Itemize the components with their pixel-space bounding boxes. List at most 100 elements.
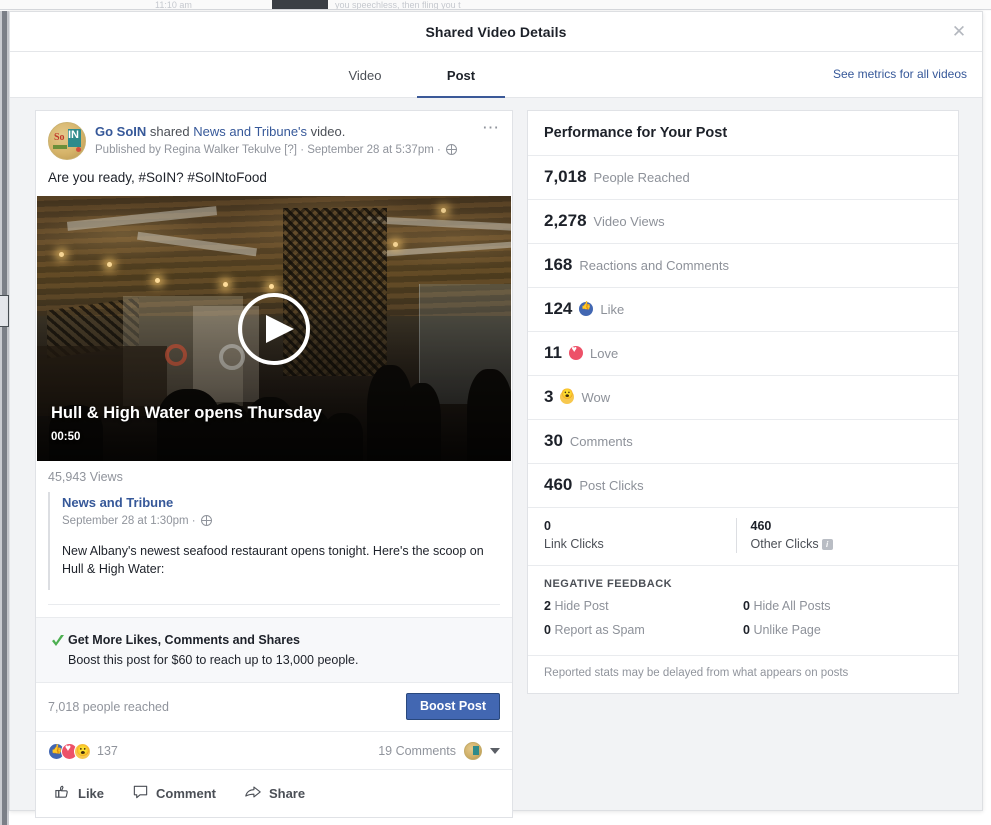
performance-title: Performance for Your Post bbox=[544, 125, 728, 141]
info-icon[interactable]: i bbox=[821, 539, 833, 550]
thumbs-up-icon bbox=[54, 783, 71, 803]
comments-summary: 19 Comments bbox=[378, 742, 500, 760]
shared-article-text: New Albany's newest seafood restaurant o… bbox=[62, 544, 484, 576]
shared-video-details-modal: Shared Video Details ✕ Video Post See me… bbox=[9, 11, 983, 818]
metric-value: 2,278 bbox=[544, 211, 587, 230]
link-clicks-label: Link Clicks bbox=[544, 537, 604, 551]
avatar[interactable]: So IN bbox=[48, 122, 86, 160]
post-published-meta: Published by Regina Walker Tekulve [?] ·… bbox=[95, 142, 458, 158]
play-icon[interactable] bbox=[238, 292, 310, 365]
metric-row-love: 11 Love bbox=[528, 331, 958, 375]
negative-feedback-item: 0 Hide All Posts bbox=[743, 594, 942, 618]
post-shared-text: shared bbox=[146, 124, 194, 139]
other-clicks-value: 460 bbox=[750, 519, 772, 533]
tab-video[interactable]: Video bbox=[317, 52, 413, 98]
tab-post[interactable]: Post bbox=[413, 52, 509, 99]
post-header-text: Go SoIN shared News and Tribune's video.… bbox=[95, 122, 458, 160]
reactions-summary[interactable]: 137 bbox=[48, 742, 118, 760]
background-thumbnail bbox=[272, 0, 328, 9]
metric-row-reactions-and-comments: 168 Reactions and Comments bbox=[528, 243, 958, 287]
share-arrow-icon bbox=[244, 783, 262, 803]
metric-row-comments: 30 Comments bbox=[528, 419, 958, 463]
boost-promo: Get More Likes, Comments and Shares Boos… bbox=[36, 617, 512, 682]
metric-value: 30 bbox=[544, 431, 563, 450]
performance-footnote: Reported stats may be delayed from what … bbox=[528, 655, 958, 693]
comment-count-link[interactable]: 19 Comments bbox=[378, 744, 456, 758]
metric-value: 460 bbox=[544, 475, 573, 494]
negative-feedback-item: 2 Hide Post bbox=[544, 594, 743, 618]
caret-down-icon[interactable] bbox=[490, 748, 500, 754]
negative-feedback-value: 2 bbox=[544, 599, 551, 613]
negative-feedback-label: Report as Spam bbox=[554, 623, 645, 637]
side-flyout-tab[interactable] bbox=[0, 295, 9, 327]
boost-headline: Get More Likes, Comments and Shares bbox=[68, 633, 301, 647]
share-button[interactable]: Share bbox=[230, 778, 319, 808]
background-strip: 11:10 am you speechless, then fling you … bbox=[0, 0, 991, 11]
video-views-count: 45,943 Views bbox=[48, 470, 123, 484]
metric-row-like: 124 Like bbox=[528, 287, 958, 331]
negative-feedback-value: 0 bbox=[743, 599, 750, 613]
reaction-count: 137 bbox=[97, 744, 118, 758]
negative-feedback-grid: 2 Hide Post 0 Hide All Posts 0 Report as… bbox=[528, 594, 958, 655]
metric-label: Post Clicks bbox=[579, 478, 644, 493]
negative-feedback-label: Hide Post bbox=[554, 599, 609, 613]
post-published-text: Published by Regina Walker Tekulve [?] ·… bbox=[95, 144, 445, 156]
like-button[interactable]: Like bbox=[40, 778, 118, 808]
negative-feedback-value: 0 bbox=[544, 623, 551, 637]
comment-button-label: Comment bbox=[156, 785, 216, 801]
shared-article-block: News and Tribune September 28 at 1:30pm … bbox=[48, 492, 500, 590]
metric-row-people-reached: 7,018 People Reached bbox=[528, 155, 958, 199]
commenter-avatar bbox=[464, 742, 482, 760]
post-shared-suffix: video. bbox=[307, 124, 346, 139]
boost-reach-text: 7,018 people reached bbox=[48, 699, 169, 714]
ellipsis-icon[interactable]: ⋯ bbox=[482, 119, 500, 136]
post-author-link[interactable]: Go SoIN bbox=[95, 124, 146, 139]
negative-feedback-label: Unlike Page bbox=[753, 623, 821, 637]
metric-value: 11 bbox=[544, 343, 562, 362]
tab-list: Video Post bbox=[317, 52, 509, 99]
negative-feedback-item: 0 Unlike Page bbox=[743, 618, 942, 642]
metric-label: Reactions and Comments bbox=[579, 258, 729, 273]
metric-value: 3 bbox=[544, 387, 554, 406]
metric-value: 124 bbox=[544, 299, 573, 318]
metric-label: People Reached bbox=[593, 170, 690, 185]
clicks-breakdown: 0 Link Clicks 460 Other Clicks i bbox=[528, 507, 958, 565]
performance-panel: Performance for Your Post 7,018 People R… bbox=[527, 110, 959, 694]
comment-button[interactable]: Comment bbox=[118, 778, 230, 808]
video-thumbnail[interactable]: Hull & High Water opens Thursday 00:50 bbox=[37, 196, 511, 461]
wow-icon bbox=[560, 389, 575, 404]
link-clicks-value: 0 bbox=[544, 519, 551, 533]
boost-subline: Boost this post for $60 to reach up to 1… bbox=[68, 653, 359, 667]
globe-icon bbox=[200, 515, 212, 526]
shared-page-link[interactable]: News and Tribune's bbox=[193, 124, 307, 139]
page-scrollbar[interactable] bbox=[0, 11, 9, 825]
comment-bubble-icon bbox=[132, 783, 149, 803]
negative-feedback-heading: NEGATIVE FEEDBACK bbox=[528, 565, 958, 594]
green-check-icon bbox=[50, 633, 68, 669]
scrollbar-thumb[interactable] bbox=[2, 11, 7, 825]
link-clicks-column: 0 Link Clicks bbox=[544, 518, 736, 553]
negative-feedback-value: 0 bbox=[743, 623, 750, 637]
post-actions: Like Comment Share bbox=[36, 769, 512, 817]
other-clicks-label: Other Clicks i bbox=[751, 535, 943, 553]
see-all-metrics-link[interactable]: See metrics for all videos bbox=[833, 67, 967, 81]
close-icon[interactable]: ✕ bbox=[950, 23, 968, 41]
metric-label: Comments bbox=[569, 434, 633, 449]
shared-article-meta: September 28 at 1:30pm · bbox=[62, 513, 500, 529]
shared-article-source[interactable]: News and Tribune bbox=[62, 494, 500, 512]
like-icon bbox=[579, 301, 594, 316]
metric-value: 7,018 bbox=[544, 167, 587, 186]
tab-video-label: Video bbox=[348, 67, 382, 83]
metric-row-post-clicks: 460 Post Clicks bbox=[528, 463, 958, 507]
video-title: Hull & High Water opens Thursday bbox=[51, 404, 322, 422]
other-clicks-column: 460 Other Clicks i bbox=[735, 518, 943, 553]
wow-icon bbox=[74, 742, 91, 760]
metric-label: Love bbox=[589, 346, 619, 361]
tab-post-label: Post bbox=[446, 67, 476, 83]
post-byline: Go SoIN shared News and Tribune's video. bbox=[95, 123, 457, 140]
metric-value: 168 bbox=[544, 255, 573, 274]
love-icon bbox=[568, 344, 583, 360]
metric-row-wow: 3 Wow bbox=[528, 375, 958, 419]
boost-post-button[interactable]: Boost Post bbox=[406, 693, 500, 720]
negative-feedback-label: Hide All Posts bbox=[753, 599, 831, 613]
